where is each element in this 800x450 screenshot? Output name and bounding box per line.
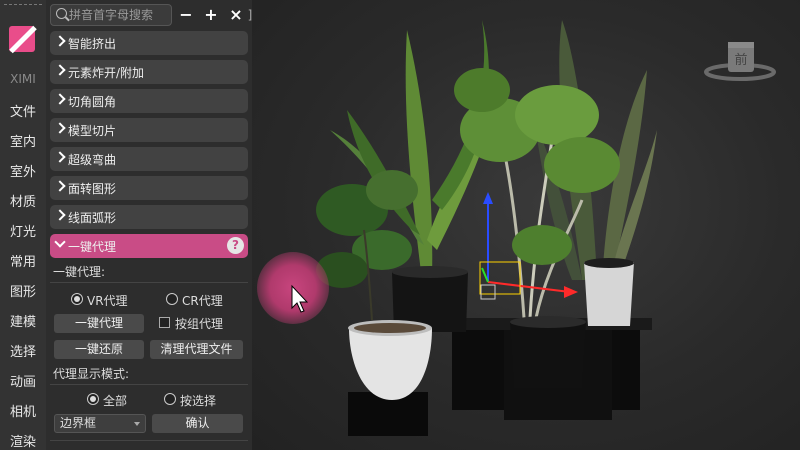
section-chamfer-fillet[interactable]: 切角圆角 xyxy=(50,89,248,113)
nav-item-modeling[interactable]: 建模 xyxy=(0,311,46,330)
tool-panel: − + × ] 智能挤出 元素炸开/附加 切角圆角 模型切片 超级弯曲 面转图形… xyxy=(46,0,252,450)
chevron-right-icon xyxy=(54,64,66,76)
radio-display-selection-label: 按选择 xyxy=(180,394,217,408)
nav-item-file[interactable]: 文件 xyxy=(0,101,46,120)
nav-item-camera[interactable]: 相机 xyxy=(0,401,46,420)
section-label: 智能挤出 xyxy=(68,37,117,51)
viewport-scene: 前 xyxy=(291,20,776,436)
search-box xyxy=(50,4,172,26)
radio-vr-label: VR代理 xyxy=(87,294,128,308)
view-cube-front-label: 前 xyxy=(734,52,747,68)
left-nav-bar: XIMI 文件 室内 室外 材质 灯光 常用 图形 建模 选择 动画 相机 渲染 xyxy=(0,0,46,450)
nav-item-material[interactable]: 材质 xyxy=(0,191,46,210)
section-face-to-shape[interactable]: 面转图形 xyxy=(50,176,248,200)
section-super-bend[interactable]: 超级弯曲 xyxy=(50,147,248,171)
nav-item-render[interactable]: 渲染 xyxy=(0,431,46,450)
one-click-proxy-button[interactable]: 一键代理 xyxy=(54,314,144,333)
close-button[interactable]: × xyxy=(226,5,246,25)
group-proxy-checkbox[interactable] xyxy=(159,317,170,328)
section-one-click-proxy[interactable]: 一键代理 ? xyxy=(50,234,248,258)
view-cube[interactable]: 前 xyxy=(704,42,776,81)
pot-front-white xyxy=(348,320,432,400)
pot-back-right xyxy=(584,258,634,326)
search-icon xyxy=(56,8,67,19)
display-mode-dropdown[interactable]: 边界框 xyxy=(54,414,146,433)
expand-all-button[interactable]: + xyxy=(201,5,221,25)
nav-item-interior[interactable]: 室内 xyxy=(0,131,46,150)
divider xyxy=(50,384,248,385)
section-label: 切角圆角 xyxy=(68,95,117,109)
radio-display-all[interactable] xyxy=(87,393,99,405)
chevron-right-icon xyxy=(54,122,66,134)
radio-cr-label: CR代理 xyxy=(182,294,223,308)
cursor-arrow-icon xyxy=(291,284,308,313)
radio-cr-proxy[interactable] xyxy=(166,293,178,305)
help-icon[interactable]: ? xyxy=(227,237,244,254)
nav-item-animation[interactable]: 动画 xyxy=(0,371,46,390)
section-label: 线面弧形 xyxy=(68,211,117,225)
chevron-right-icon xyxy=(54,151,66,163)
ximi-logo-icon xyxy=(9,26,35,52)
section-model-slice[interactable]: 模型切片 xyxy=(50,118,248,142)
3d-viewport[interactable]: 前 xyxy=(252,0,800,450)
chevron-down-icon xyxy=(134,422,140,426)
nav-item-selection[interactable]: 选择 xyxy=(0,341,46,360)
radio-display-selection[interactable] xyxy=(164,393,176,405)
section-smart-extrude[interactable]: 智能挤出 xyxy=(50,31,248,55)
chevron-right-icon xyxy=(54,180,66,192)
brand-name: XIMI xyxy=(10,72,36,86)
section-element-explode[interactable]: 元素炸开/附加 xyxy=(50,60,248,84)
nav-item-common[interactable]: 常用 xyxy=(0,251,46,270)
chevron-right-icon xyxy=(54,93,66,105)
proxy-heading: 一键代理: xyxy=(53,265,106,279)
drag-grip-icon[interactable] xyxy=(4,4,42,9)
chevron-down-icon xyxy=(54,236,66,248)
one-click-restore-button[interactable]: 一键还原 xyxy=(54,340,144,359)
search-input[interactable] xyxy=(69,6,169,24)
nav-item-exterior[interactable]: 室外 xyxy=(0,161,46,180)
radio-vr-proxy[interactable] xyxy=(71,293,83,305)
chevron-right-icon xyxy=(54,35,66,47)
display-mode-label: 代理显示模式: xyxy=(53,367,130,381)
chevron-right-icon xyxy=(54,209,66,221)
section-label: 超级弯曲 xyxy=(68,153,117,167)
section-line-face-arc[interactable]: 线面弧形 xyxy=(50,205,248,229)
pot-center-black xyxy=(510,316,586,388)
radio-display-all-label: 全部 xyxy=(103,394,128,408)
divider xyxy=(50,440,248,441)
section-label: 一键代理 xyxy=(68,240,117,254)
collapse-all-button[interactable]: − xyxy=(176,5,196,25)
dropdown-value: 边界框 xyxy=(60,416,97,430)
confirm-button[interactable]: 确认 xyxy=(152,414,243,433)
divider xyxy=(50,282,248,283)
section-label: 面转图形 xyxy=(68,182,117,196)
clean-proxy-files-button[interactable]: 清理代理文件 xyxy=(150,340,243,359)
section-label: 元素炸开/附加 xyxy=(68,66,145,80)
nav-item-lighting[interactable]: 灯光 xyxy=(0,221,46,240)
group-proxy-label: 按组代理 xyxy=(175,317,224,331)
nav-item-shapes[interactable]: 图形 xyxy=(0,281,46,300)
section-label: 模型切片 xyxy=(68,124,117,138)
